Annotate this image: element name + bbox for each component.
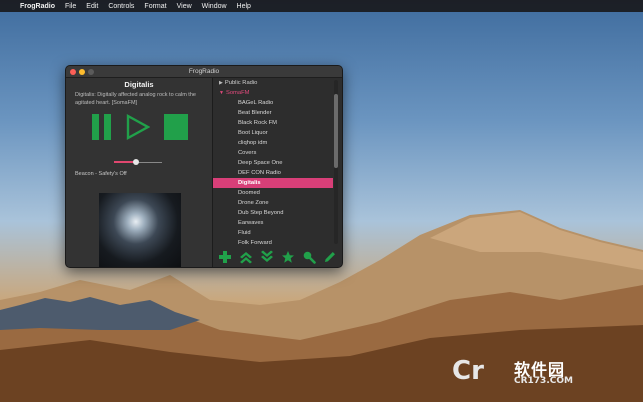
scrollbar-thumb[interactable] (334, 94, 338, 168)
station-group-row[interactable]: ▼ SomaFM (213, 88, 333, 98)
station-list-scrollbar[interactable] (334, 80, 338, 244)
volume-slider[interactable] (114, 159, 162, 165)
disclosure-open-icon[interactable]: ▼ (219, 90, 224, 96)
station-label: Folk Forward (238, 240, 272, 246)
menu-file[interactable]: File (65, 3, 76, 10)
window-title: FrogRadio (188, 68, 220, 75)
edit-pencil-icon (324, 252, 335, 262)
favorite-star-icon (281, 251, 294, 263)
station-row[interactable]: Boot Liquor (213, 128, 333, 138)
watermark-logo: Cr (452, 356, 484, 386)
close-window-button[interactable] (70, 68, 76, 75)
station-row[interactable]: Doomed (213, 188, 333, 198)
station-label: DEF CON Radio (238, 170, 281, 176)
move-down-button[interactable] (260, 250, 274, 264)
playback-controls (92, 114, 192, 142)
station-label: Doomed (238, 190, 260, 196)
minimize-window-button[interactable] (79, 68, 85, 75)
station-row[interactable]: cliqhop idm (213, 138, 333, 148)
menu-view[interactable]: View (177, 3, 192, 10)
station-label: Covers (238, 150, 257, 156)
window-titlebar[interactable]: FrogRadio (66, 66, 342, 78)
move-up-icon (240, 252, 253, 264)
watermark-url: CR173.COM (514, 376, 573, 386)
station-row[interactable]: Drone Zone (213, 198, 333, 208)
stop-button[interactable] (164, 114, 188, 140)
favorite-button[interactable] (281, 250, 295, 264)
search-button[interactable] (302, 250, 316, 264)
station-label: Dub Step Beyond (238, 210, 284, 216)
station-row[interactable]: DEF CON Radio (213, 168, 333, 178)
station-row[interactable]: Dub Step Beyond (213, 208, 333, 218)
album-art (99, 193, 181, 267)
watermark: Cr 软件园 CR173.COM (452, 352, 622, 392)
search-icon (303, 251, 316, 264)
menu-app-name[interactable]: FrogRadio (20, 3, 55, 10)
move-up-button[interactable] (239, 250, 253, 264)
station-label: Drone Zone (238, 200, 269, 206)
volume-knob[interactable] (132, 159, 139, 165)
station-row[interactable]: Covers (213, 148, 333, 158)
add-icon (219, 251, 232, 263)
menu-window[interactable]: Window (202, 3, 227, 10)
now-playing-track: Beacon - Safety's Off (75, 171, 127, 177)
station-name: Digitalis (124, 80, 154, 89)
station-row[interactable]: Digitalis (213, 178, 333, 188)
menu-controls[interactable]: Controls (108, 3, 134, 10)
station-row[interactable]: Deep Space One (213, 158, 333, 168)
station-row[interactable]: Black Rock FM (213, 118, 333, 128)
station-label: Fluid (238, 230, 251, 236)
station-row[interactable]: BAGeL Radio (213, 98, 333, 108)
station-group-row[interactable]: ▶ Public Radio (213, 78, 333, 88)
play-button[interactable] (126, 114, 150, 140)
frogradio-window: FrogRadio Digitalis Digitalis: Digitally… (65, 65, 343, 268)
station-row[interactable]: Earwaves (213, 218, 333, 228)
player-panel: Digitalis Digitalis: Digitally affected … (66, 78, 212, 267)
station-label: Digitalis (238, 180, 261, 186)
pause-icon (92, 114, 99, 140)
menu-format[interactable]: Format (144, 3, 166, 10)
station-browser: ▶ Public Radio ▼ SomaFM BAGeL Radio Beat Blen… (213, 78, 342, 267)
station-list: ▶ Public Radio ▼ SomaFM BAGeL Radio Beat Blen… (213, 78, 333, 246)
station-label: Public Radio (224, 80, 258, 86)
pause-button[interactable] (92, 114, 112, 140)
move-down-icon (261, 250, 274, 262)
station-description: Digitalis: Digitally affected analog roc… (75, 92, 196, 106)
station-label: BAGeL Radio (238, 100, 274, 106)
station-label: Black Rock FM (238, 120, 277, 126)
station-label: cliqhop idm (238, 140, 268, 146)
menu-bar: FrogRadio File Edit Controls Format View… (0, 0, 643, 12)
pause-icon-bar (104, 114, 111, 140)
add-station-button[interactable] (218, 250, 232, 264)
station-label: Boot Liquor (238, 130, 268, 136)
station-row[interactable]: Fluid (213, 228, 333, 238)
station-label: Earwaves (238, 220, 264, 226)
station-toolbar (213, 248, 342, 266)
station-label: Deep Space One (238, 160, 283, 166)
station-label: Beat Blender (238, 110, 272, 116)
station-row[interactable]: Beat Blender (213, 108, 333, 118)
disclosure-closed-icon[interactable]: ▶ (219, 80, 223, 86)
edit-station-button[interactable] (323, 250, 337, 264)
menu-edit[interactable]: Edit (86, 3, 98, 10)
station-label: SomaFM (225, 90, 250, 96)
station-row[interactable]: Folk Forward (213, 238, 333, 246)
menu-help[interactable]: Help (237, 3, 251, 10)
zoom-window-button[interactable] (88, 68, 94, 75)
play-icon (126, 114, 150, 140)
